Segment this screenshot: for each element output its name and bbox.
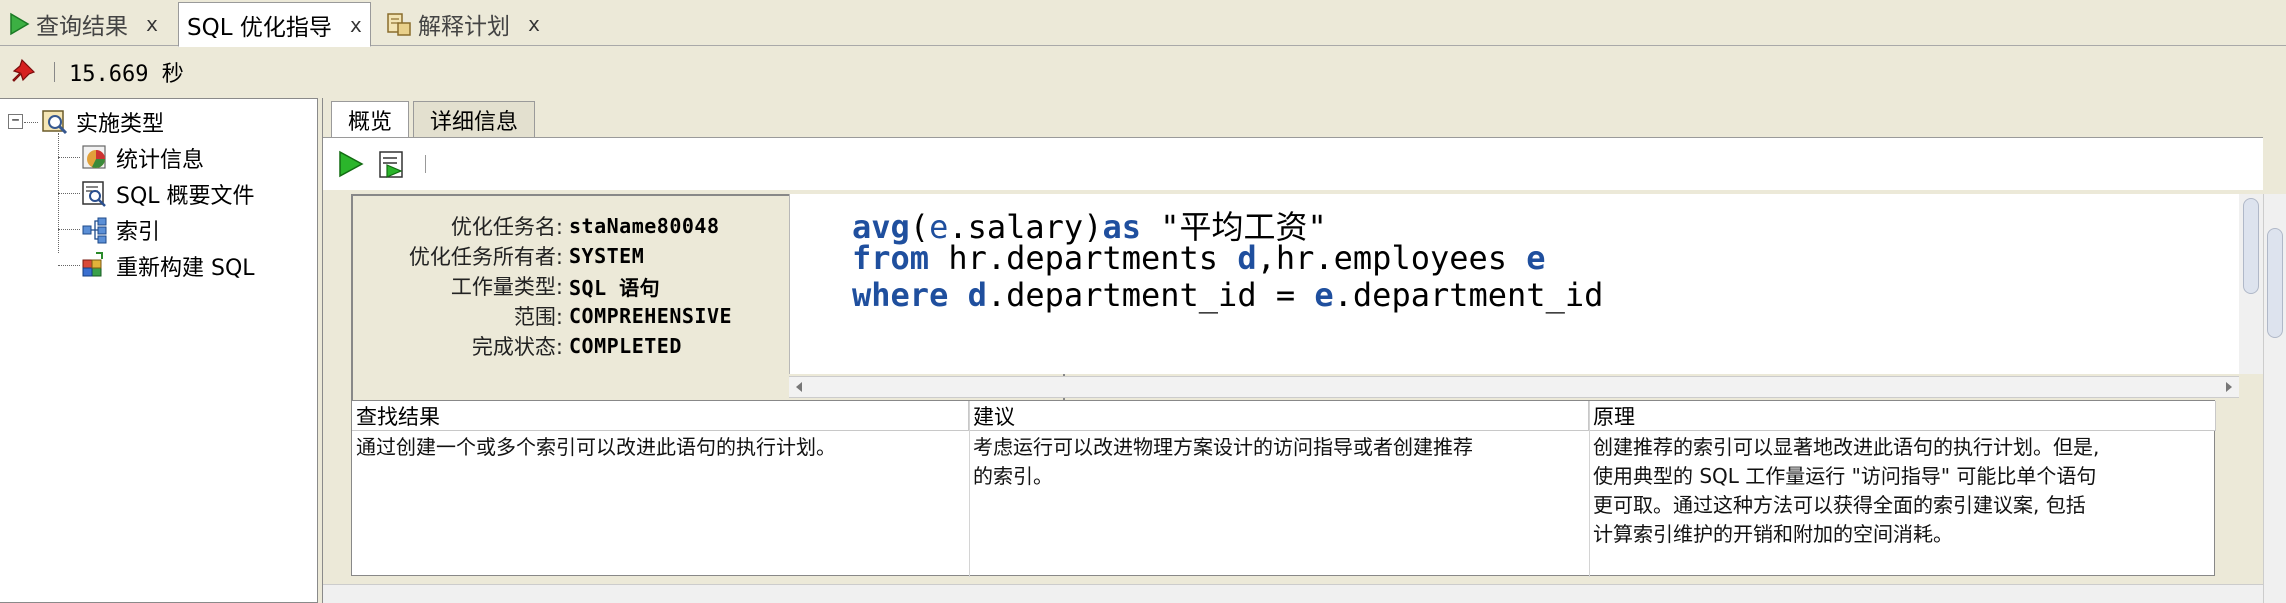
cell-line: 的索引。 — [973, 464, 1053, 488]
sql-line: where d.department_id = e.department_id — [852, 276, 1603, 314]
summary-value: COMPREHENSIVE — [569, 304, 733, 328]
collapse-icon[interactable]: − — [8, 114, 23, 129]
implementation-type-icon — [42, 110, 68, 135]
panel-vertical-scrollbar[interactable] — [2263, 194, 2286, 603]
tree-item-index[interactable]: 索引 — [80, 213, 160, 247]
close-icon[interactable]: x — [146, 12, 158, 36]
findings-table: 查找结果 建议 原理 通过创建一个或多个索引可以改进此语句的执行计划。 考虑运行… — [351, 400, 2216, 577]
run-script-icon[interactable] — [377, 149, 407, 179]
tree-item-rebuild-sql[interactable]: 重新构建 SQL — [80, 249, 255, 283]
tab-details[interactable]: 详细信息 — [413, 101, 536, 137]
tree-line — [58, 193, 80, 194]
column-header-rationale[interactable]: 原理 — [1589, 401, 2216, 431]
cell-line: 考虑运行可以改进物理方案设计的访问指导或者创建推荐 — [973, 435, 1473, 459]
run-icon[interactable] — [335, 149, 365, 179]
summary-key: 优化任务名: — [450, 215, 563, 239]
scrollbar-thumb[interactable] — [2243, 198, 2259, 294]
tab-explain-plan[interactable]: 解释计划 x — [378, 2, 548, 46]
tab-label: 查询结果 — [36, 14, 128, 40]
sql-profile-icon — [82, 181, 106, 207]
sql-alias: d — [1237, 239, 1257, 277]
tree-line — [24, 122, 38, 123]
sql-alias: e — [1314, 276, 1334, 314]
summary-value: staName80048 — [569, 214, 720, 238]
tree-label: 重新构建 SQL — [116, 256, 255, 281]
column-header-findings[interactable]: 查找结果 — [352, 401, 969, 431]
sql-text: .department_id = — [986, 276, 1315, 314]
scroll-right-icon[interactable] — [2223, 381, 2235, 393]
summary-key: 优化任务所有者: — [408, 245, 563, 269]
status-bar: 15.669 秒 — [0, 47, 2286, 97]
plan-icon — [387, 13, 411, 36]
tab-label: 解释计划 — [418, 14, 510, 40]
scrollbar-thumb[interactable] — [2267, 228, 2283, 338]
panel-horizontal-scrollbar[interactable] — [323, 584, 2263, 603]
summary-value: COMPLETED — [569, 334, 682, 358]
cell-line: 更可取。通过这种方法可以获得全面的索引建议案, 包括 — [1593, 493, 2086, 517]
summary-key: 范围: — [513, 305, 563, 329]
summary-value: SYSTEM — [569, 244, 645, 268]
tree-line — [58, 265, 80, 266]
separator — [54, 62, 55, 82]
scroll-left-icon[interactable] — [793, 381, 805, 393]
summary-key: 完成状态: — [471, 335, 563, 359]
tree-label: 统计信息 — [116, 148, 205, 173]
column-header-recommendations[interactable]: 建议 — [969, 401, 1589, 431]
table-cell-rationale[interactable]: 创建推荐的索引可以显著地改进此语句的执行计划。但是, 使用典型的 SQL 工作量… — [1589, 433, 2216, 549]
cell-line: 通过创建一个或多个索引可以改进此语句的执行计划。 — [356, 435, 836, 459]
statistics-icon — [82, 145, 106, 169]
sql-horizontal-scrollbar[interactable] — [789, 376, 2239, 398]
tree-label: 索引 — [116, 220, 161, 245]
tree-label: SQL 概要文件 — [116, 184, 255, 209]
run-icon — [10, 12, 30, 36]
cell-line: 使用典型的 SQL 工作量运行 "访问指导" 可能比单个语句 — [1593, 464, 2097, 488]
editor-tab-strip: 查询结果 x SQL 优化指导 x 解释计划 x — [0, 0, 2286, 47]
sql-alias: e — [1526, 239, 1546, 277]
sql-alias: d — [967, 276, 987, 314]
sql-text: .department_id — [1333, 276, 1604, 314]
tab-label: SQL 优化指导 — [187, 14, 332, 41]
tree-line — [58, 229, 80, 230]
rebuild-sql-icon — [82, 252, 103, 277]
close-icon[interactable]: x — [528, 12, 540, 36]
sql-vertical-scrollbar[interactable] — [2239, 194, 2265, 374]
cell-line: 创建推荐的索引可以显著地改进此语句的执行计划。但是, — [1593, 435, 2100, 459]
sql-keyword: where — [852, 276, 949, 314]
pin-icon[interactable] — [8, 57, 38, 87]
implementation-type-tree: − 实施类型 统计信息 SQL 概要文件 索引 重新构建 SQL — [0, 98, 318, 603]
tree-item-sql-profile[interactable]: SQL 概要文件 — [80, 177, 255, 211]
sql-text: ,hr.employees — [1256, 239, 1527, 277]
close-icon[interactable]: x — [350, 13, 362, 37]
tab-overview[interactable]: 概览 — [331, 101, 410, 138]
summary-value: SQL 语句 — [569, 275, 661, 300]
index-icon — [82, 217, 107, 244]
summary-key: 工作量类型: — [450, 275, 563, 299]
sql-keyword: from — [852, 239, 930, 277]
cell-line: 计算索引维护的开销和附加的空间消耗。 — [1593, 522, 1953, 546]
table-cell-finding[interactable]: 通过创建一个或多个索引可以改进此语句的执行计划。 — [352, 433, 969, 462]
separator — [425, 155, 426, 173]
tree-line — [58, 157, 80, 158]
table-cell-recommendation[interactable]: 考虑运行可以改进物理方案设计的访问指导或者创建推荐 的索引。 — [969, 433, 1589, 491]
sql-line: from hr.departments d,hr.employees e — [852, 239, 1546, 277]
tree-root-implementation-type[interactable]: 实施类型 — [40, 105, 164, 139]
tree-label: 实施类型 — [76, 112, 165, 137]
tab-query-results[interactable]: 查询结果 x — [0, 2, 166, 46]
elapsed-time: 15.669 秒 — [69, 62, 184, 87]
sql-statement-viewer[interactable]: avg(e.salary)as "平均工资" from hr.departmen… — [789, 194, 2265, 374]
tab-sql-tuning-advisor[interactable]: SQL 优化指导 x — [178, 2, 371, 47]
overview-toolbar — [323, 138, 2263, 190]
sql-text: hr.departments — [929, 239, 1238, 277]
tree-item-statistics[interactable]: 统计信息 — [80, 141, 204, 175]
tuning-advisor-panel: 概览 详细信息 优化任务名: staName80048 优化任务所有者: SYS… — [322, 98, 2286, 603]
